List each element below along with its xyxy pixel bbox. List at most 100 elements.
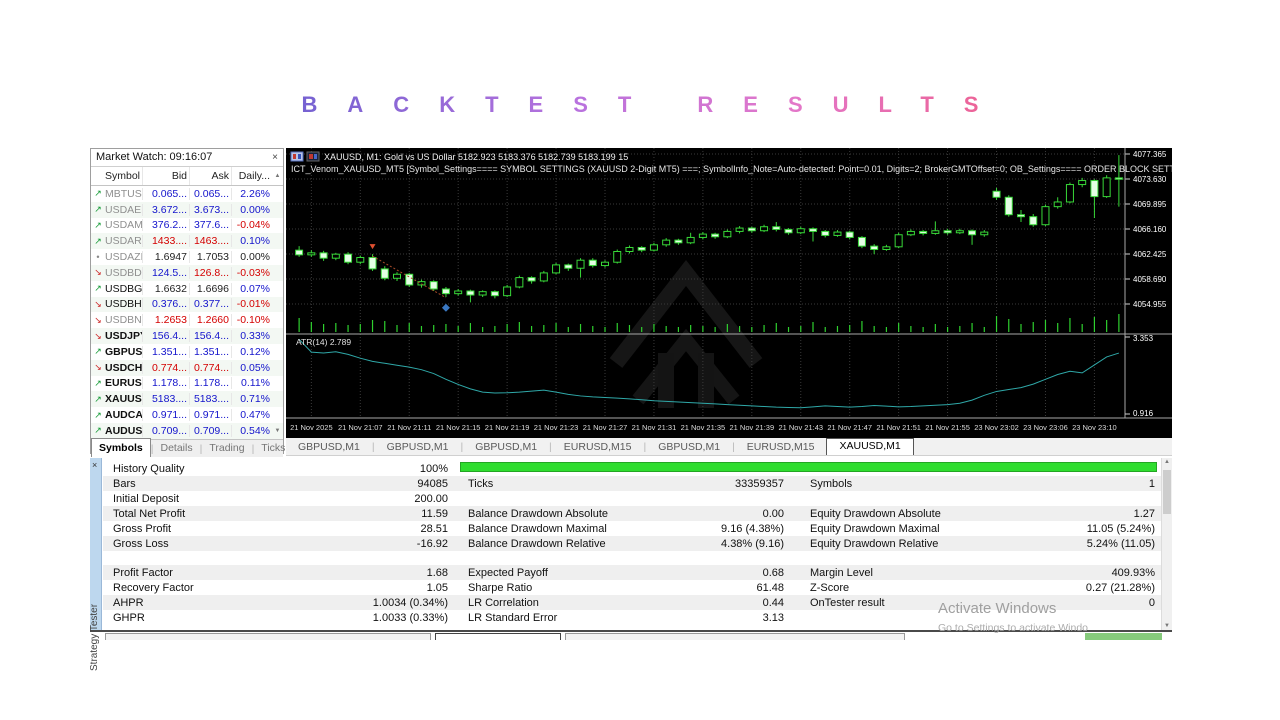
svg-text:21 Nov 21:15: 21 Nov 21:15 xyxy=(436,423,481,432)
symbol-name: AUDUSD xyxy=(105,425,142,437)
market-watch-row[interactable]: •USDAZN1.69471.70530.00% xyxy=(91,249,283,265)
daily-change: -0.01% xyxy=(231,298,272,310)
symbol-name: USDAED xyxy=(105,204,142,216)
tester-row[interactable]: Profit Factor1.68Expected Payoff0.68Marg… xyxy=(103,565,1161,580)
stat-label: Balance Drawdown Absolute xyxy=(448,508,666,520)
ask-value: 3.673... xyxy=(189,204,231,216)
scroll-up-icon[interactable]: ▲ xyxy=(1162,459,1172,465)
stat-value: 33359357 xyxy=(666,478,784,490)
up-trend-icon: ↗ xyxy=(91,425,105,436)
bid-value: 1.2653 xyxy=(142,314,189,326)
close-icon[interactable]: × xyxy=(272,149,278,166)
tester-tab[interactable] xyxy=(105,633,431,640)
tester-tab[interactable] xyxy=(565,633,905,640)
chart-tab[interactable]: XAUUSD,M1 xyxy=(826,438,913,455)
ask-value: 0.065... xyxy=(189,188,231,200)
chart-tab[interactable]: GBPUSD,M1 xyxy=(375,440,461,455)
market-watch-row[interactable]: ↗USDARS1433....1463....0.10% xyxy=(91,233,283,249)
stat-value: 5.24% (11.05) xyxy=(1009,538,1161,550)
strategy-tester-sidebar[interactable]: Strategy Tester xyxy=(90,458,102,630)
scroll-down-icon[interactable]: ▼ xyxy=(1162,623,1172,629)
close-icon[interactable]: × xyxy=(92,460,97,470)
stat-value: 61.48 xyxy=(666,582,784,594)
bid-value: 0.774... xyxy=(142,362,189,374)
market-watch-row[interactable]: ↗AUDUSD0.709...0.709...0.54%▼ xyxy=(91,423,283,439)
ask-value: 1.7053 xyxy=(189,251,231,263)
market-watch-row[interactable]: ↗USDAED3.672...3.673...0.00% xyxy=(91,202,283,218)
stat-value: 4.38% (9.16) xyxy=(666,538,784,550)
symbol-name: MBTUSD xyxy=(105,188,142,200)
svg-text:0.916: 0.916 xyxy=(1133,409,1154,418)
symbol-name: USDAZN xyxy=(105,251,142,263)
market-watch-row[interactable]: ↗EURUSD1.178...1.178...0.11% xyxy=(91,376,283,392)
symbol-name: USDBHD xyxy=(105,298,142,310)
market-watch-row[interactable]: ↗MBTUSD0.065...0.065...2.26% xyxy=(91,186,283,202)
tester-scrollbar[interactable]: ▲ ▼ xyxy=(1161,458,1172,630)
market-watch-tab-symbols[interactable]: Symbols xyxy=(91,438,151,457)
daily-change: 0.12% xyxy=(231,346,272,358)
ask-value: 0.377... xyxy=(189,298,231,310)
svg-text:21 Nov 21:27: 21 Nov 21:27 xyxy=(583,423,628,432)
tester-row[interactable]: Bars94085Ticks33359357Symbols1 xyxy=(103,476,1161,491)
chart-tab[interactable]: GBPUSD,M1 xyxy=(646,440,732,455)
market-watch-tab-details[interactable]: Details xyxy=(154,441,200,456)
daily-change: -0.10% xyxy=(231,314,272,326)
stat-label: Z-Score xyxy=(784,582,1009,594)
chart-window[interactable]: 21 Nov 202521 Nov 21:0721 Nov 21:1121 No… xyxy=(286,148,1172,438)
market-watch-tab-trading[interactable]: Trading xyxy=(202,441,251,456)
market-watch-row[interactable]: ↗AUDCAD0.971...0.971...0.47% xyxy=(91,407,283,423)
tester-tab-active[interactable] xyxy=(435,633,561,640)
ask-value: 156.4... xyxy=(189,330,231,342)
market-watch-panel: Market Watch: 09:16:07 × SymbolBidAskDai… xyxy=(90,148,284,454)
market-watch-row[interactable]: ↘USDBND1.26531.2660-0.10% xyxy=(91,312,283,328)
market-watch-row[interactable]: ↗USDBGN1.66321.66960.07% xyxy=(91,281,283,297)
market-watch-row[interactable]: ↗XAUUSD5183....5183....0.71% xyxy=(91,391,283,407)
stat-label: LR Standard Error xyxy=(448,612,666,624)
scrollbar-thumb[interactable] xyxy=(1163,470,1171,514)
market-watch-row[interactable]: ↘USDCHF0.774...0.774...0.05% xyxy=(91,360,283,376)
scroll-up-icon: ▲ xyxy=(272,167,283,185)
chart-tab[interactable]: GBPUSD,M1 xyxy=(286,440,372,455)
market-watch-row[interactable]: ↗GBPUSD1.351...1.351...0.12% xyxy=(91,344,283,360)
symbol-name: USDJPY xyxy=(105,330,142,342)
market-watch-row[interactable]: ↗USDAMD376.2...377.6...-0.04% xyxy=(91,218,283,234)
chart-tab[interactable]: EURUSD,M15 xyxy=(552,440,644,455)
tester-row[interactable]: Gross Profit28.51Balance Drawdown Maxima… xyxy=(103,521,1161,536)
stat-value: 1.68 xyxy=(353,567,448,579)
stat-label: Initial Deposit xyxy=(103,493,353,505)
tester-row[interactable]: Total Net Profit11.59Balance Drawdown Ab… xyxy=(103,506,1161,521)
chart-tab[interactable]: EURUSD,M15 xyxy=(735,440,827,455)
svg-text:4062.425: 4062.425 xyxy=(1133,250,1167,259)
stat-label: Equity Drawdown Absolute xyxy=(784,508,1009,520)
stat-label: Ticks xyxy=(448,478,666,490)
market-watch-row[interactable]: ↘USDBHD0.376...0.377...-0.01% xyxy=(91,297,283,313)
stat-value: 94085 xyxy=(353,478,448,490)
svg-text:ATR(14) 2.789: ATR(14) 2.789 xyxy=(296,337,351,347)
tester-row[interactable]: Gross Loss-16.92Balance Drawdown Relativ… xyxy=(103,536,1161,551)
down-trend-icon: ↘ xyxy=(91,267,105,278)
stat-label: Equity Drawdown Relative xyxy=(784,538,1009,550)
svg-text:21 Nov 21:11: 21 Nov 21:11 xyxy=(387,423,431,432)
scroll-down-icon: ▼ xyxy=(272,428,283,434)
tester-row[interactable]: Initial Deposit200.00 xyxy=(103,491,1161,506)
tester-row[interactable]: Recovery Factor1.05Sharpe Ratio61.48Z-Sc… xyxy=(103,580,1161,595)
market-watch-row[interactable]: ↘USDJPY156.4...156.4...0.33% xyxy=(91,328,283,344)
chart-tab[interactable]: GBPUSD,M1 xyxy=(463,440,549,455)
col-ask: Ask xyxy=(189,167,231,185)
bid-value: 0.065... xyxy=(142,188,189,200)
stat-label: AHPR xyxy=(103,597,353,609)
symbol-name: USDBDT xyxy=(105,267,142,279)
daily-change: 0.71% xyxy=(231,393,272,405)
svg-text:21 Nov 21:47: 21 Nov 21:47 xyxy=(827,423,872,432)
activate-windows-watermark: Activate Windows xyxy=(938,600,1056,617)
stat-label: Equity Drawdown Maximal xyxy=(784,523,1009,535)
up-trend-icon: ↗ xyxy=(91,236,105,247)
market-watch-row[interactable]: ↘USDBDT124.5...126.8...-0.03% xyxy=(91,265,283,281)
up-trend-icon: ↗ xyxy=(91,283,105,294)
bid-value: 1433.... xyxy=(142,235,189,247)
stat-label: History Quality xyxy=(103,463,353,475)
ask-value: 0.774... xyxy=(189,362,231,374)
bid-value: 1.6947 xyxy=(142,251,189,263)
symbol-name: USDAMD xyxy=(105,219,142,231)
stat-value: 9.16 (4.38%) xyxy=(666,523,784,535)
